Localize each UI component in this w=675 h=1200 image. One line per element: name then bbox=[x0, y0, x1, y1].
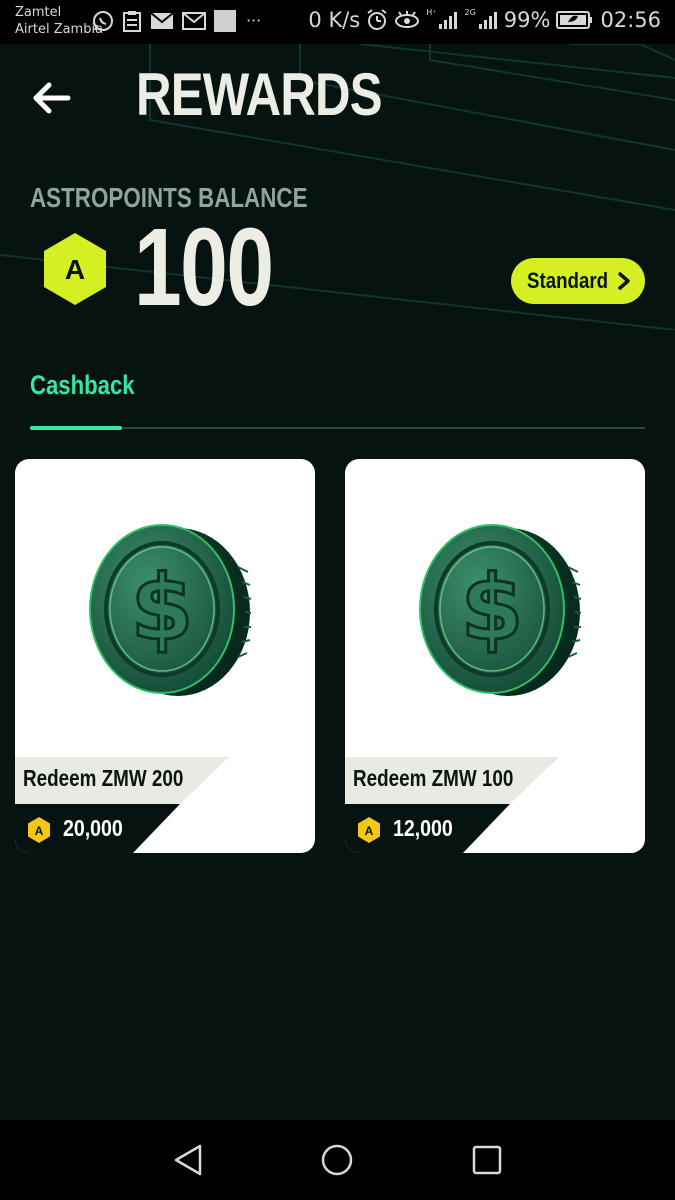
net-speed: 0 K/s bbox=[308, 8, 361, 32]
square-recents-icon[interactable] bbox=[469, 1142, 505, 1178]
system-status: 0 K/s H⁺ 2G 99% 02:56 bbox=[308, 7, 661, 33]
signal-tag-2: 2G bbox=[464, 7, 476, 17]
whatsapp-icon bbox=[93, 11, 113, 31]
alarm-icon bbox=[367, 9, 387, 30]
dollar-coin-icon: $ bbox=[419, 524, 582, 696]
reward-title: Redeem ZMW 200 bbox=[23, 765, 184, 791]
tab-active-indicator bbox=[30, 426, 122, 430]
svg-text:$: $ bbox=[131, 556, 194, 661]
reward-cost: 20,000 bbox=[63, 815, 123, 841]
tab-cashback[interactable]: Cashback bbox=[30, 370, 135, 401]
reward-card[interactable]: $ Redeem ZMW 100 A 12,000 bbox=[345, 459, 645, 853]
balance-value: 100 bbox=[134, 206, 274, 329]
astropoints-icon: A bbox=[44, 233, 106, 305]
image-notification-icon bbox=[214, 10, 236, 32]
tier-button[interactable]: Standard bbox=[511, 258, 645, 304]
navigation-bar bbox=[0, 1120, 675, 1200]
astropoints-icon: A bbox=[28, 817, 50, 843]
gmail-icon bbox=[182, 12, 206, 30]
dollar-coin-icon: $ bbox=[89, 524, 252, 696]
arrow-left-icon bbox=[33, 82, 71, 114]
triangle-back-icon[interactable] bbox=[170, 1142, 206, 1178]
carrier-2: Airtel Zambia bbox=[15, 22, 104, 37]
reward-title: Redeem ZMW 100 bbox=[353, 765, 514, 791]
signal-icon-2 bbox=[478, 12, 497, 29]
back-button[interactable] bbox=[30, 78, 74, 118]
notification-icons: ··· bbox=[92, 10, 261, 32]
page-title: REWARDS bbox=[136, 61, 383, 128]
signal-icon-1 bbox=[439, 12, 458, 29]
carrier-names: Zamtel Airtel Zambia bbox=[15, 4, 103, 38]
reward-card[interactable]: $ Redeem ZMW 200 A 20,000 bbox=[15, 459, 315, 853]
tier-label: Standard bbox=[527, 268, 609, 293]
cost-icon-letter: A bbox=[365, 824, 374, 838]
signal-tag-1: H⁺ bbox=[426, 7, 437, 17]
svg-text:$: $ bbox=[461, 556, 524, 661]
battery-percent: 99% bbox=[503, 8, 551, 32]
astropoints-icon: A bbox=[358, 817, 380, 843]
carrier-1: Zamtel bbox=[15, 5, 62, 20]
cost-icon-letter: A bbox=[35, 824, 44, 838]
chevron-right-icon bbox=[618, 272, 630, 290]
tab-divider bbox=[30, 427, 645, 429]
clock: 02:56 bbox=[600, 8, 661, 32]
astropoints-icon-letter: A bbox=[65, 254, 85, 285]
mail-icon bbox=[150, 12, 174, 29]
battery-icon bbox=[556, 11, 593, 29]
clipboard-icon bbox=[123, 11, 141, 32]
circle-home-icon[interactable] bbox=[319, 1142, 355, 1178]
more-notifications: ··· bbox=[246, 11, 262, 30]
status-bar: Zamtel Airtel Zambia ··· 0 K/s H⁺ 2G 99%… bbox=[0, 0, 675, 44]
reward-cost: 12,000 bbox=[393, 815, 453, 841]
eye-comfort-icon bbox=[395, 11, 420, 28]
